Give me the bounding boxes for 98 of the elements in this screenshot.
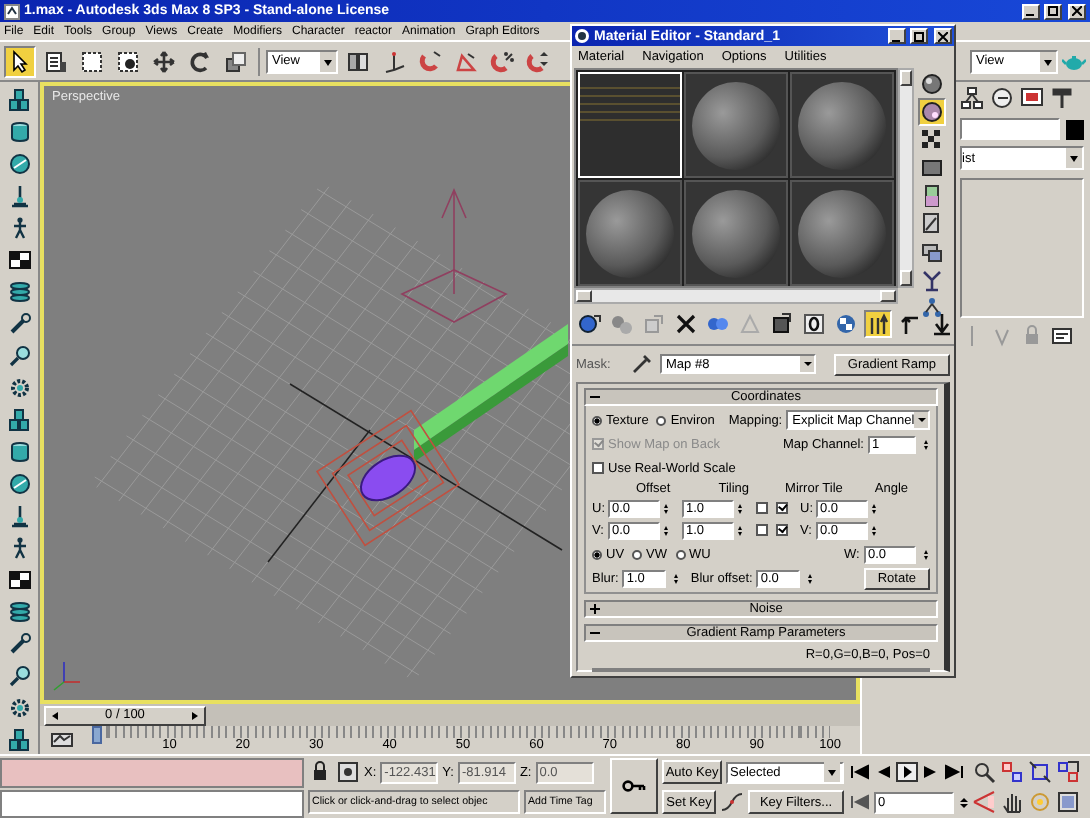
close-button[interactable] [1068, 3, 1086, 19]
light-icon[interactable] [7, 184, 31, 208]
selected-capsule-drawing[interactable] [315, 409, 461, 547]
caret-icon [1040, 51, 1056, 71]
zoom-extents-all-icon[interactable] [1056, 760, 1080, 784]
radio-button[interactable] [632, 549, 643, 559]
collapse-icon[interactable] [590, 628, 600, 638]
blocks-icon[interactable] [7, 88, 31, 112]
previous-frame-icon[interactable] [48, 711, 58, 719]
absolute-mode-icon[interactable] [336, 760, 360, 784]
object-color-swatch[interactable] [1066, 119, 1084, 139]
vertical-scrollbar[interactable] [898, 68, 914, 288]
sample-sphere [586, 189, 674, 277]
caret-icon [1066, 148, 1082, 168]
cylinder-icon[interactable] [7, 120, 31, 144]
expand-icon[interactable] [590, 604, 600, 614]
maximize-viewport-icon[interactable] [1056, 790, 1080, 814]
checkbox[interactable] [756, 523, 768, 535]
sphere-icon[interactable] [7, 152, 31, 176]
radio-button[interactable] [656, 415, 667, 425]
sample-sphere [798, 189, 886, 277]
layers-icon[interactable] [7, 280, 31, 304]
spinner-icon[interactable] [868, 523, 878, 539]
maximize-icon [914, 31, 924, 41]
object-name-field[interactable] [960, 118, 1060, 140]
go-to-start-icon[interactable] [848, 760, 870, 784]
spinner-icon[interactable] [660, 523, 670, 539]
sample-sphere [692, 81, 780, 169]
hammer-icon[interactable] [1050, 86, 1074, 110]
blocks-icon[interactable] [7, 408, 31, 432]
close-icon [938, 31, 948, 41]
app-icon [4, 3, 20, 19]
axis-tripod-icon [53, 661, 81, 691]
motion-icon[interactable] [990, 86, 1014, 110]
radio-button[interactable] [592, 549, 602, 559]
checkbox[interactable] [592, 462, 604, 474]
maxscript-output-field[interactable] [0, 789, 304, 818]
sample-sphere [798, 81, 886, 169]
sample-sphere [692, 189, 780, 277]
next-frame-icon[interactable] [192, 711, 202, 719]
monitor-icon[interactable] [1020, 86, 1044, 110]
wrench-icon[interactable] [7, 632, 31, 656]
collapse-icon[interactable] [590, 392, 600, 402]
cylinder-icon[interactable] [7, 440, 31, 464]
checkbox[interactable] [756, 501, 768, 513]
magnifier-icon[interactable] [7, 344, 31, 368]
maximize-icon [1048, 6, 1058, 16]
blocks-icon[interactable] [7, 728, 31, 752]
close-button[interactable] [934, 28, 952, 44]
play-icon[interactable] [896, 760, 918, 784]
go-to-end-icon[interactable] [944, 760, 966, 784]
maximize-button[interactable] [910, 28, 928, 44]
key-icon [622, 774, 646, 798]
current-frame-marker[interactable] [92, 726, 102, 744]
minimize-button[interactable] [1022, 3, 1040, 19]
maximize-button[interactable] [1044, 3, 1062, 19]
spinner-icon[interactable] [734, 501, 744, 517]
layers-icon[interactable] [7, 600, 31, 624]
sphere-icon[interactable] [7, 472, 31, 496]
panels-icon[interactable] [7, 568, 31, 592]
configure-icon[interactable] [1050, 324, 1074, 348]
hierarchy-icon[interactable] [960, 86, 984, 110]
caret-icon [800, 356, 814, 372]
spinner-icon[interactable] [660, 501, 670, 517]
set-key-mode-button[interactable] [610, 758, 658, 814]
close-icon [1072, 6, 1082, 16]
horizontal-scrollbar[interactable] [574, 288, 898, 304]
spinner-icon[interactable] [734, 523, 744, 539]
field-of-view-icon[interactable] [972, 790, 996, 814]
caret-icon [824, 762, 840, 782]
maxscript-listener-field[interactable] [0, 758, 304, 787]
gear-icon[interactable] [7, 696, 31, 720]
spinner-icon[interactable] [868, 501, 878, 517]
wrench-icon[interactable] [7, 312, 31, 336]
checkbox[interactable] [776, 523, 788, 535]
checkbox[interactable] [776, 501, 788, 513]
caret-icon [320, 51, 336, 71]
radio-button[interactable] [675, 549, 686, 559]
spinner-icon[interactable] [670, 570, 681, 586]
key-mode-toggle-icon[interactable] [848, 790, 870, 814]
key-tangent-icon[interactable] [720, 790, 744, 814]
pan-icon[interactable] [1000, 790, 1024, 814]
spinner-icon[interactable] [804, 570, 815, 586]
caret-icon [914, 412, 929, 428]
zoom-extents-icon[interactable] [1028, 760, 1052, 784]
modifier-stack-list[interactable] [960, 178, 1084, 318]
curve-editor-icon[interactable] [50, 728, 74, 752]
light-icon[interactable] [7, 504, 31, 528]
minimize-button[interactable] [888, 28, 906, 44]
panels-icon[interactable] [7, 248, 31, 272]
gear-icon[interactable] [7, 376, 31, 400]
magnifier-icon[interactable] [7, 664, 31, 688]
zoom-icon[interactable] [972, 760, 996, 784]
zoom-all-icon[interactable] [1000, 760, 1024, 784]
radio-button[interactable] [592, 415, 602, 425]
map-preview [580, 74, 680, 176]
lock-icon[interactable] [308, 760, 332, 784]
eyedropper-icon[interactable] [630, 352, 654, 376]
